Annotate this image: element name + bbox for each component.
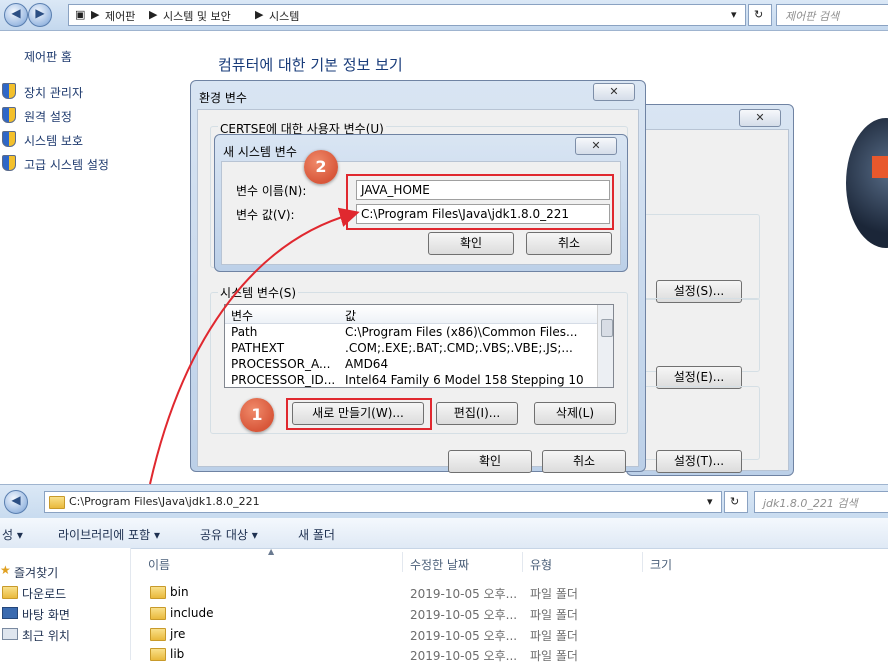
arrow-path [149, 207, 360, 485]
annotation-arrow [149, 207, 360, 485]
